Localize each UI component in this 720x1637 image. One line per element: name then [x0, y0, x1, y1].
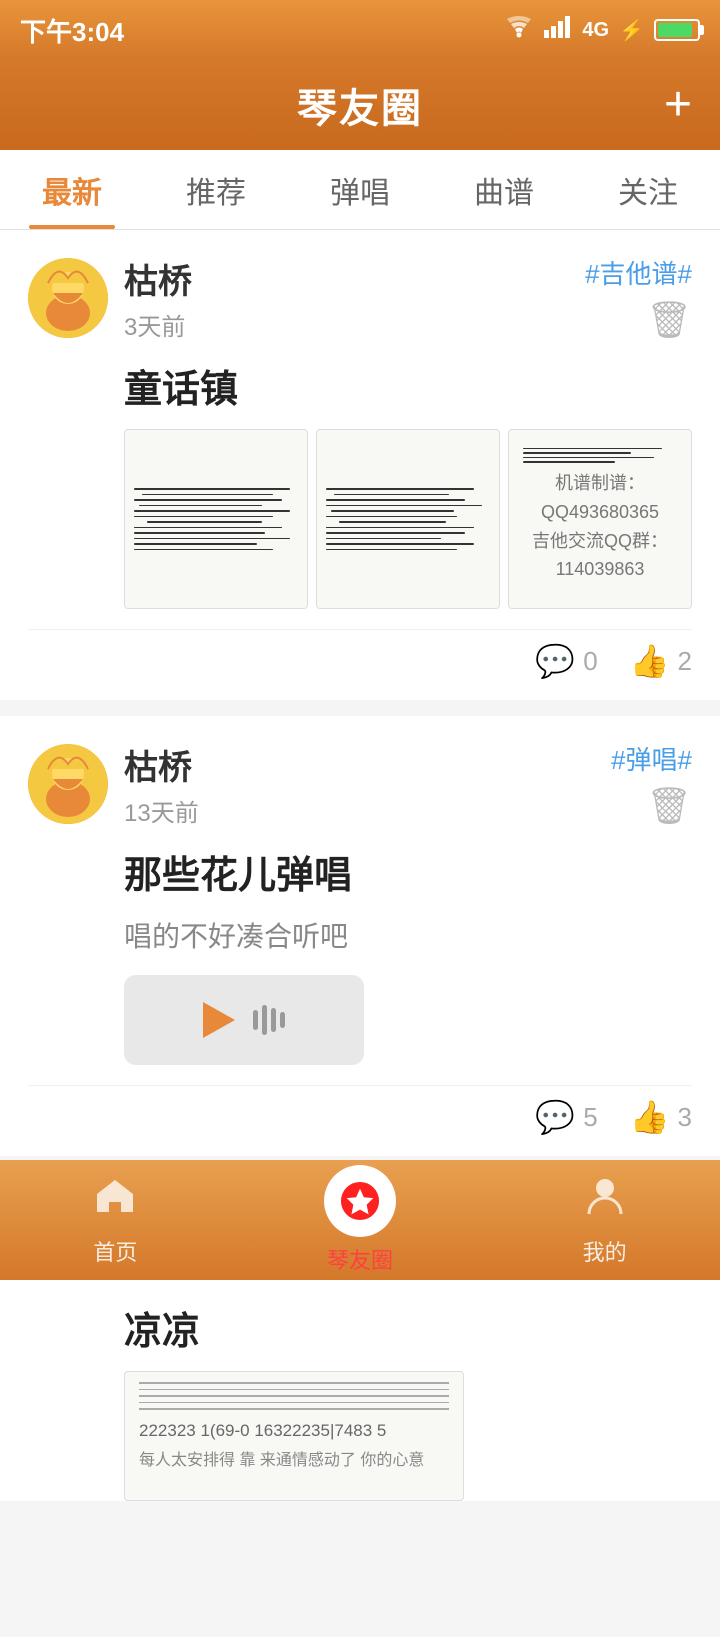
post-1-delete-icon[interactable]: 🗑 — [646, 299, 692, 341]
post-2-delete-icon[interactable]: 🗑 — [646, 785, 692, 827]
nav-home-label: 首页 — [93, 1235, 137, 1267]
post-2-title: 那些花儿弹唱 — [124, 844, 692, 899]
post-1-images: 机谱制谱：QQ493680365 吉他交流QQ群：114039863 — [124, 429, 692, 609]
status-time: 下午3:04 — [20, 12, 124, 49]
sound-waves — [253, 1005, 285, 1035]
audio-player[interactable] — [124, 975, 364, 1065]
post-1-header: 枯桥 3天前 #吉他谱# 🗑 — [28, 254, 692, 342]
sheet-img-3[interactable]: 机谱制谱：QQ493680365 吉他交流QQ群：114039863 — [508, 429, 692, 609]
like-count: 2 — [678, 646, 692, 677]
post-1: 枯桥 3天前 #吉他谱# 🗑 童话镇 — [0, 230, 720, 700]
tabs-bar: 最新 推荐 弹唱 曲谱 关注 — [0, 150, 720, 230]
tab-score[interactable]: 曲谱 — [432, 150, 576, 229]
like-icon-2: 👍 — [630, 1098, 670, 1136]
status-icons: 4G ⚡ — [504, 16, 700, 44]
post-1-username: 枯桥 — [124, 254, 192, 303]
post-2-header: 枯桥 13天前 #弹唱# 🗑 — [28, 740, 692, 828]
battery-icon — [654, 19, 700, 41]
post-3-sheet[interactable]: 222323 1(69-0 16322235|7483 5 每人太安排得 靠 来… — [124, 1371, 692, 1501]
comment-icon-2: 💬 — [535, 1098, 575, 1136]
home-icon — [93, 1174, 137, 1229]
nav-qinyouquan[interactable]: 琴友圈 — [324, 1165, 396, 1275]
avatar-2[interactable] — [28, 744, 108, 824]
posts-container: 枯桥 3天前 #吉他谱# 🗑 童话镇 — [0, 230, 720, 1637]
post-2: 枯桥 13天前 #弹唱# 🗑 那些花儿弹唱 唱的不好凑合听吧 💬 — [0, 716, 720, 1156]
comment-count-2: 5 — [583, 1102, 597, 1133]
nav-qinyouquan-label: 琴友圈 — [327, 1243, 393, 1275]
post-2-like[interactable]: 👍 3 — [630, 1098, 692, 1136]
post-1-time: 3天前 — [124, 307, 192, 342]
person-icon — [583, 1174, 627, 1229]
signal-icon — [544, 16, 572, 44]
nav-home[interactable]: 首页 — [93, 1174, 137, 1267]
play-button[interactable] — [203, 1002, 235, 1038]
tab-recommend[interactable]: 推荐 — [144, 150, 288, 229]
add-button[interactable]: + — [664, 81, 692, 129]
sheet-img-2[interactable] — [316, 429, 500, 609]
bottom-nav: 首页 琴友圈 我的 — [0, 1160, 720, 1280]
like-count-2: 3 — [678, 1102, 692, 1133]
post-3-title: 凉凉 — [124, 1300, 692, 1355]
tab-follow[interactable]: 关注 — [576, 150, 720, 229]
post-2-footer: 💬 5 👍 3 — [28, 1085, 692, 1136]
qinyouquan-icon — [324, 1165, 396, 1237]
sheet-img-1[interactable] — [124, 429, 308, 609]
network-type: 4G — [582, 19, 609, 42]
post-1-tag[interactable]: #吉他谱# — [585, 254, 692, 291]
header-title: 琴友圈 — [297, 76, 423, 134]
nav-mine[interactable]: 我的 — [583, 1174, 627, 1267]
post-1-footer: 💬 0 👍 2 — [28, 629, 692, 680]
comment-icon: 💬 — [535, 642, 575, 680]
status-bar: 下午3:04 4G ⚡ — [0, 0, 720, 60]
post-2-username: 枯桥 — [124, 740, 199, 789]
tab-play[interactable]: 弹唱 — [288, 150, 432, 229]
post-1-comment[interactable]: 💬 0 — [535, 642, 597, 680]
post-2-time: 13天前 — [124, 793, 199, 828]
header: 琴友圈 + — [0, 60, 720, 150]
bolt-icon: ⚡ — [619, 18, 644, 43]
post-1-title: 童话镇 — [124, 358, 692, 413]
nav-mine-label: 我的 — [583, 1235, 627, 1267]
comment-count: 0 — [583, 646, 597, 677]
avatar-1[interactable] — [28, 258, 108, 338]
watermark-text: 机谱制谱：QQ493680365 吉他交流QQ群：114039863 — [509, 463, 691, 590]
post-2-comment[interactable]: 💬 5 — [535, 1098, 597, 1136]
wifi-icon — [504, 16, 534, 44]
tab-latest[interactable]: 最新 — [0, 150, 144, 229]
battery-fill — [658, 23, 692, 37]
like-icon: 👍 — [630, 642, 670, 680]
post-2-subtitle: 唱的不好凑合听吧 — [124, 915, 692, 955]
post-2-tag[interactable]: #弹唱# — [611, 740, 692, 777]
post-1-like[interactable]: 👍 2 — [630, 642, 692, 680]
